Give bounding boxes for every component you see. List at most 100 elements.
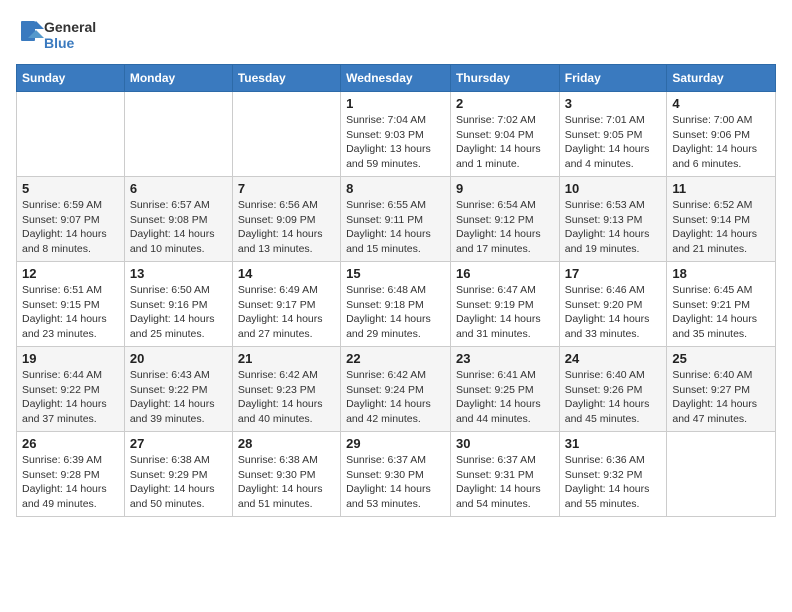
day-info: Sunrise: 7:01 AMSunset: 9:05 PMDaylight:…	[565, 113, 662, 172]
day-cell: 3 Sunrise: 7:01 AMSunset: 9:05 PMDaylight…	[559, 92, 667, 177]
day-info: Sunrise: 6:52 AMSunset: 9:14 PMDaylight:…	[672, 198, 770, 257]
day-number: 7	[238, 181, 335, 196]
logo-svg: General Blue	[16, 16, 116, 56]
day-info: Sunrise: 6:44 AMSunset: 9:22 PMDaylight:…	[22, 368, 119, 427]
day-cell: 25 Sunrise: 6:40 AMSunset: 9:27 PMDayligh…	[667, 347, 776, 432]
week-row-5: 26 Sunrise: 6:39 AMSunset: 9:28 PMDayligh…	[17, 432, 776, 517]
day-number: 30	[456, 436, 554, 451]
day-number: 23	[456, 351, 554, 366]
day-info: Sunrise: 6:38 AMSunset: 9:29 PMDaylight:…	[130, 453, 227, 512]
week-row-2: 5 Sunrise: 6:59 AMSunset: 9:07 PMDaylight…	[17, 177, 776, 262]
day-cell: 18 Sunrise: 6:45 AMSunset: 9:21 PMDayligh…	[667, 262, 776, 347]
day-number: 3	[565, 96, 662, 111]
day-number: 1	[346, 96, 445, 111]
day-info: Sunrise: 6:56 AMSunset: 9:09 PMDaylight:…	[238, 198, 335, 257]
day-cell: 30 Sunrise: 6:37 AMSunset: 9:31 PMDayligh…	[450, 432, 559, 517]
day-number: 5	[22, 181, 119, 196]
header-friday: Friday	[559, 65, 667, 92]
day-number: 18	[672, 266, 770, 281]
page-header: General Blue	[16, 16, 776, 56]
day-info: Sunrise: 6:59 AMSunset: 9:07 PMDaylight:…	[22, 198, 119, 257]
day-cell: 17 Sunrise: 6:46 AMSunset: 9:20 PMDayligh…	[559, 262, 667, 347]
day-info: Sunrise: 7:00 AMSunset: 9:06 PMDaylight:…	[672, 113, 770, 172]
day-cell: 6 Sunrise: 6:57 AMSunset: 9:08 PMDaylight…	[124, 177, 232, 262]
logo: General Blue	[16, 16, 116, 56]
day-number: 11	[672, 181, 770, 196]
day-cell: 5 Sunrise: 6:59 AMSunset: 9:07 PMDaylight…	[17, 177, 125, 262]
day-number: 14	[238, 266, 335, 281]
day-info: Sunrise: 6:57 AMSunset: 9:08 PMDaylight:…	[130, 198, 227, 257]
day-number: 6	[130, 181, 227, 196]
day-cell: 23 Sunrise: 6:41 AMSunset: 9:25 PMDayligh…	[450, 347, 559, 432]
day-cell: 14 Sunrise: 6:49 AMSunset: 9:17 PMDayligh…	[232, 262, 340, 347]
day-cell: 9Sunrise: 6:54 AMSunset: 9:12 PMDaylight…	[450, 177, 559, 262]
day-cell: 10 Sunrise: 6:53 AMSunset: 9:13 PMDayligh…	[559, 177, 667, 262]
day-info: Sunrise: 6:45 AMSunset: 9:21 PMDaylight:…	[672, 283, 770, 342]
day-info: Sunrise: 6:36 AMSunset: 9:32 PMDaylight:…	[565, 453, 662, 512]
header-saturday: Saturday	[667, 65, 776, 92]
day-info: Sunrise: 6:48 AMSunset: 9:18 PMDaylight:…	[346, 283, 445, 342]
day-cell	[124, 92, 232, 177]
day-info: Sunrise: 6:46 AMSunset: 9:20 PMDaylight:…	[565, 283, 662, 342]
week-row-4: 19 Sunrise: 6:44 AMSunset: 9:22 PMDayligh…	[17, 347, 776, 432]
day-number: 26	[22, 436, 119, 451]
day-cell	[17, 92, 125, 177]
day-cell: 7 Sunrise: 6:56 AMSunset: 9:09 PMDaylight…	[232, 177, 340, 262]
day-info: Sunrise: 6:37 AMSunset: 9:30 PMDaylight:…	[346, 453, 445, 512]
day-number: 27	[130, 436, 227, 451]
day-cell: 12 Sunrise: 6:51 AMSunset: 9:15 PMDayligh…	[17, 262, 125, 347]
day-info: Sunrise: 6:49 AMSunset: 9:17 PMDaylight:…	[238, 283, 335, 342]
day-info: Sunrise: 6:43 AMSunset: 9:22 PMDaylight:…	[130, 368, 227, 427]
day-number: 22	[346, 351, 445, 366]
week-row-1: 1 Sunrise: 7:04 AMSunset: 9:03 PMDaylight…	[17, 92, 776, 177]
day-number: 25	[672, 351, 770, 366]
day-info: Sunrise: 6:50 AMSunset: 9:16 PMDaylight:…	[130, 283, 227, 342]
day-number: 19	[22, 351, 119, 366]
day-number: 29	[346, 436, 445, 451]
day-cell: 24 Sunrise: 6:40 AMSunset: 9:26 PMDayligh…	[559, 347, 667, 432]
day-cell: 1 Sunrise: 7:04 AMSunset: 9:03 PMDaylight…	[341, 92, 451, 177]
day-cell: 21 Sunrise: 6:42 AMSunset: 9:23 PMDayligh…	[232, 347, 340, 432]
day-info: Sunrise: 6:51 AMSunset: 9:15 PMDaylight:…	[22, 283, 119, 342]
day-info: Sunrise: 6:40 AMSunset: 9:27 PMDaylight:…	[672, 368, 770, 427]
day-cell: 16 Sunrise: 6:47 AMSunset: 9:19 PMDayligh…	[450, 262, 559, 347]
day-number: 20	[130, 351, 227, 366]
day-info: Sunrise: 6:40 AMSunset: 9:26 PMDaylight:…	[565, 368, 662, 427]
day-cell: 4 Sunrise: 7:00 AMSunset: 9:06 PMDaylight…	[667, 92, 776, 177]
day-number: 10	[565, 181, 662, 196]
day-info: Sunrise: 6:38 AMSunset: 9:30 PMDaylight:…	[238, 453, 335, 512]
day-info: Sunrise: 6:42 AMSunset: 9:24 PMDaylight:…	[346, 368, 445, 427]
day-cell: 28Sunrise: 6:38 AMSunset: 9:30 PMDayligh…	[232, 432, 340, 517]
header-monday: Monday	[124, 65, 232, 92]
day-number: 21	[238, 351, 335, 366]
day-cell: 20 Sunrise: 6:43 AMSunset: 9:22 PMDayligh…	[124, 347, 232, 432]
day-info: Sunrise: 6:55 AMSunset: 9:11 PMDaylight:…	[346, 198, 445, 257]
day-cell: 27 Sunrise: 6:38 AMSunset: 9:29 PMDayligh…	[124, 432, 232, 517]
day-cell: 31 Sunrise: 6:36 AMSunset: 9:32 PMDayligh…	[559, 432, 667, 517]
day-number: 24	[565, 351, 662, 366]
day-number: 13	[130, 266, 227, 281]
day-number: 12	[22, 266, 119, 281]
day-cell: 22 Sunrise: 6:42 AMSunset: 9:24 PMDayligh…	[341, 347, 451, 432]
day-info: Sunrise: 6:53 AMSunset: 9:13 PMDaylight:…	[565, 198, 662, 257]
header-sunday: Sunday	[17, 65, 125, 92]
day-info: Sunrise: 7:04 AMSunset: 9:03 PMDaylight:…	[346, 113, 445, 172]
day-cell: 11 Sunrise: 6:52 AMSunset: 9:14 PMDayligh…	[667, 177, 776, 262]
week-row-3: 12 Sunrise: 6:51 AMSunset: 9:15 PMDayligh…	[17, 262, 776, 347]
day-cell: 26 Sunrise: 6:39 AMSunset: 9:28 PMDayligh…	[17, 432, 125, 517]
day-number: 31	[565, 436, 662, 451]
day-info: Sunrise: 6:37 AMSunset: 9:31 PMDaylight:…	[456, 453, 554, 512]
day-info: Sunrise: 6:42 AMSunset: 9:23 PMDaylight:…	[238, 368, 335, 427]
day-info: Sunrise: 6:54 AMSunset: 9:12 PMDaylight:…	[456, 198, 554, 257]
day-info: Sunrise: 6:41 AMSunset: 9:25 PMDaylight:…	[456, 368, 554, 427]
day-number: 16	[456, 266, 554, 281]
day-info: Sunrise: 7:02 AMSunset: 9:04 PMDaylight:…	[456, 113, 554, 172]
calendar-table: SundayMondayTuesdayWednesdayThursdayFrid…	[16, 64, 776, 517]
day-number: 8	[346, 181, 445, 196]
day-cell: 19 Sunrise: 6:44 AMSunset: 9:22 PMDayligh…	[17, 347, 125, 432]
day-cell	[232, 92, 340, 177]
day-number: 4	[672, 96, 770, 111]
day-info: Sunrise: 6:39 AMSunset: 9:28 PMDaylight:…	[22, 453, 119, 512]
day-number: 17	[565, 266, 662, 281]
day-info: Sunrise: 6:47 AMSunset: 9:19 PMDaylight:…	[456, 283, 554, 342]
